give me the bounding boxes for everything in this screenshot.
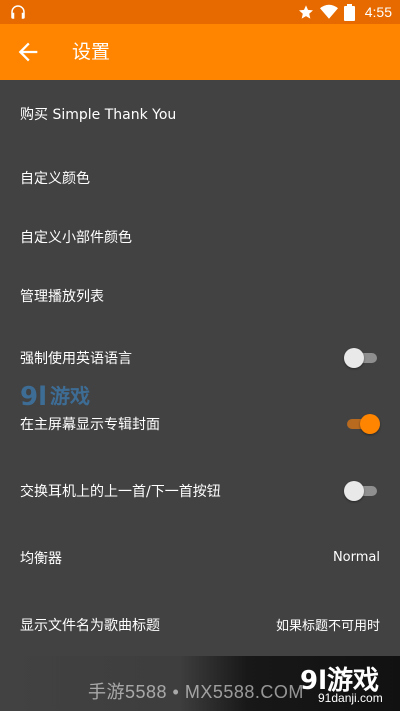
setting-equalizer[interactable]: 均衡器 Normal — [0, 524, 400, 591]
settings-screen: 4:55 设置 购买 Simple Thank You 自定义颜色 自定义小部件… — [0, 0, 400, 711]
status-icons: 4:55 — [298, 0, 392, 24]
setting-swap-headset-buttons[interactable]: 交换耳机上的上一首/下一首按钮 — [0, 457, 400, 524]
headphones-icon — [11, 5, 25, 19]
setting-label: 强制使用英语语言 — [20, 351, 132, 367]
watermark-fade — [0, 656, 400, 711]
setting-label: 管理播放列表 — [20, 288, 104, 305]
filename-title-value: 如果标题不可用时 — [275, 619, 380, 634]
watermark-site: 手游5588 • MX5588.COM — [88, 682, 304, 702]
setting-label: 交换耳机上的上一首/下一首按钮 — [20, 483, 221, 500]
setting-label: 在主屏幕显示专辑封面 — [20, 417, 160, 433]
status-bar: 4:55 — [0, 0, 400, 24]
setting-manage-playlists[interactable]: 管理播放列表 — [0, 266, 400, 325]
battery-icon — [343, 3, 355, 21]
settings-list: 购买 Simple Thank You 自定义颜色 自定义小部件颜色 管理播放列… — [0, 80, 400, 658]
setting-label: 购买 Simple Thank You — [20, 107, 177, 123]
page-title: 设置 — [72, 41, 111, 63]
watermark-brand-sub: 91danji.com — [318, 691, 383, 705]
setting-label: 均衡器 — [20, 550, 62, 567]
watermark-banner: 手游5588 • MX5588.COM 9l游戏 91danji.com — [0, 656, 400, 711]
watermark-brand: 9l游戏 — [300, 666, 380, 696]
arrow-back-icon[interactable] — [14, 38, 42, 66]
setting-label: 自定义小部件颜色 — [20, 229, 132, 246]
setting-show-album-art[interactable]: 在主屏幕显示专辑封面 — [0, 391, 400, 457]
show-album-art-toggle[interactable] — [344, 414, 380, 434]
wifi-icon — [319, 4, 338, 19]
toggle-thumb — [344, 480, 364, 501]
equalizer-value: Normal — [332, 550, 380, 565]
setting-widget-colors[interactable]: 自定义小部件颜色 — [0, 207, 400, 266]
status-time: 4:55 — [364, 4, 392, 20]
toggle-thumb — [360, 414, 380, 434]
setting-customize-colors[interactable]: 自定义颜色 — [0, 148, 400, 207]
setting-label: 显示文件名为歌曲标题 — [20, 617, 160, 634]
star-icon — [298, 5, 313, 19]
setting-label: 自定义颜色 — [20, 170, 90, 187]
setting-purchase[interactable]: 购买 Simple Thank You — [0, 80, 400, 148]
app-bar: 设置 — [0, 24, 400, 80]
setting-force-english[interactable]: 强制使用英语语言 — [0, 325, 400, 391]
setting-filename-as-title[interactable]: 显示文件名为歌曲标题 如果标题不可用时 — [0, 591, 400, 658]
force-english-toggle[interactable] — [344, 348, 378, 368]
toggle-thumb — [344, 348, 364, 368]
swap-headset-buttons-toggle[interactable] — [344, 480, 378, 501]
